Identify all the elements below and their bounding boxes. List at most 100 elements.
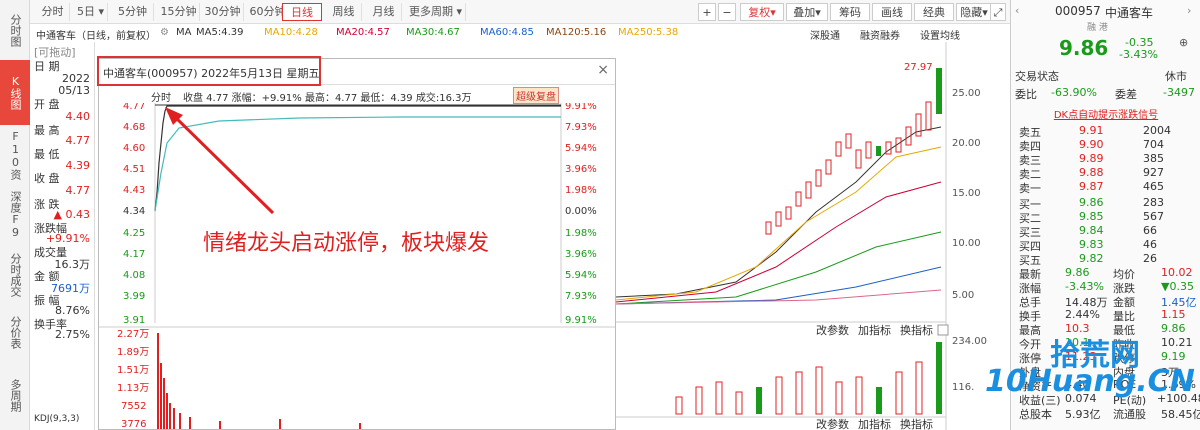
kline-add-indicator-2[interactable]: 加指标 — [858, 417, 891, 430]
nav-depth[interactable]: 深度F9 — [0, 185, 30, 245]
period-30min[interactable]: 30分钟 — [202, 3, 244, 21]
stat-value: ▼0.35 — [1161, 280, 1194, 293]
kline-modify-params-2[interactable]: 改参数 — [816, 417, 849, 430]
hide-label: 隐藏 — [960, 6, 983, 19]
buy-vol: 567 — [1143, 210, 1164, 223]
adjust-button[interactable]: 复权▾ — [740, 3, 784, 21]
sell-price: 9.90 — [1079, 138, 1104, 151]
dropdown-icon: ▾ — [452, 5, 463, 18]
close-icon[interactable] — [937, 324, 949, 336]
sell-label: 卖一 — [1019, 182, 1041, 195]
overlay-button[interactable]: 叠加▾ — [786, 3, 828, 21]
nav-ticks[interactable]: 分时成交 — [0, 245, 30, 305]
buy-vol: 26 — [1143, 252, 1157, 265]
popup-summary-row: 分时 收盘 4.77 涨幅：+9.91% 最高：4.77 最低：4.39 成交:… — [99, 87, 615, 104]
ma10-value: MA10:4.28 — [264, 27, 318, 38]
super-review-button[interactable]: 超级复盘 — [513, 87, 559, 104]
status-value: 休市 — [1165, 70, 1187, 83]
yr-6: 1.98% — [565, 228, 597, 239]
wc-label: 委差 — [1115, 88, 1137, 101]
link-hkconnect[interactable]: 深股通 — [810, 27, 840, 42]
vol-axis-top: 234.00 — [952, 336, 987, 347]
yr-10: 9.91% — [565, 315, 597, 326]
nav-kline[interactable]: K线图 — [0, 60, 30, 125]
kline-switch-indicator[interactable]: 换指标 — [900, 323, 933, 337]
nav-intraday[interactable]: 分时图 — [0, 0, 30, 60]
status-label: 交易状态 — [1015, 70, 1059, 83]
sell-vol: 385 — [1143, 152, 1164, 165]
buy-row: 买五 9.82 26 — [1019, 252, 1200, 267]
popup-summary: 收盘 4.77 涨幅：+9.91% 最高：4.77 最低：4.39 成交:16.… — [183, 93, 472, 104]
va-2: 1.51万 — [117, 365, 149, 376]
stock-tag: 融 港 — [1015, 20, 1197, 34]
zoom-out-button[interactable]: − — [718, 3, 736, 21]
promo-link[interactable]: DK点自动提示涨跌信号 — [1015, 106, 1197, 121]
annotation-text: 情绪龙头启动涨停，板块爆发 — [203, 231, 489, 256]
kline-add-indicator[interactable]: 加指标 — [858, 323, 891, 337]
zoom-in-button[interactable]: + — [698, 3, 716, 21]
stat-value: -3.43% — [1065, 280, 1104, 293]
buy-vol: 66 — [1143, 224, 1157, 237]
watermark-en: 10Huang.CN — [985, 364, 1195, 399]
ma-label: MA — [176, 27, 192, 38]
yl-9: 3.99 — [123, 291, 145, 302]
close-icon[interactable]: × — [597, 62, 609, 78]
next-icon[interactable]: › — [1187, 4, 1191, 17]
indicator-row: 中通客车（日线，前复权） ⚙ MA MA5:4.39 MA10:4.28 MA2… — [30, 24, 1010, 42]
stat-label: 总股本 — [1019, 408, 1052, 421]
classic-button[interactable]: 经典 — [914, 3, 954, 21]
period-weekly[interactable]: 周线 — [326, 3, 362, 21]
stat-value: 10.21 — [1161, 336, 1193, 349]
stat-row: 总股本 5.93亿 流通股 58.45亿 — [1019, 406, 1200, 421]
kline-axis-25: 25.00 — [952, 88, 981, 99]
sell-vol: 465 — [1143, 180, 1164, 193]
period-daily[interactable]: 日线 — [282, 3, 322, 21]
hide-button[interactable]: 隐藏▾ — [956, 3, 992, 21]
buy-price: 9.86 — [1079, 196, 1104, 209]
link-ma-settings[interactable]: 设置均线 — [920, 27, 960, 42]
period-monthly[interactable]: 月线 — [366, 3, 402, 21]
stock-name: 中通客车 — [1105, 6, 1154, 20]
chips-button[interactable]: 筹码 — [830, 3, 870, 21]
avg-price-line — [154, 116, 561, 212]
price-pct: -3.43% — [1119, 48, 1158, 61]
turnover-value: 2.75% — [55, 328, 90, 341]
nav-multi-period[interactable]: 多周期 — [0, 360, 30, 430]
yl-5: 4.34 — [123, 206, 145, 217]
stat-row: 涨幅 -3.43% 涨跌 ▼0.35 — [1019, 280, 1200, 295]
yr-4: 1.98% — [565, 185, 597, 196]
period-5day[interactable]: 5日 ▾ — [74, 3, 108, 21]
link-margin[interactable]: 融资融券 — [860, 27, 900, 42]
yl-1: 4.68 — [123, 122, 145, 133]
kline-switch-indicator-2[interactable]: 换指标 — [900, 417, 933, 430]
popup-tab-intraday[interactable]: 分时 — [151, 89, 171, 104]
stat-value: 10.02 — [1161, 266, 1193, 279]
stat-label: 流通股 — [1113, 408, 1146, 421]
y-right-axis: 9.91% 7.93% 5.94% 3.96% 1.98% 0.00% 1.98… — [565, 103, 597, 326]
kline-modify-params[interactable]: 改参数 — [816, 323, 849, 337]
nav-price-table[interactable]: 分价表 — [0, 305, 30, 360]
period-more[interactable]: 更多周期 ▾ — [406, 3, 466, 21]
draw-button[interactable]: 画线 — [872, 3, 912, 21]
settings-icon[interactable]: ⚙ — [160, 27, 169, 38]
sell-row: 卖三 9.89 385 — [1019, 152, 1200, 167]
period-15min[interactable]: 15分钟 — [158, 3, 200, 21]
wb-value: -63.90% — [1051, 86, 1097, 99]
y-left-axis: 4.77 4.68 4.60 4.51 4.43 4.34 4.25 4.17 … — [123, 103, 145, 326]
period-intraday[interactable]: 分时 — [36, 3, 70, 21]
plus-icon[interactable]: ⊕ — [1179, 36, 1188, 49]
nav-f10[interactable]: F10资料 — [0, 125, 30, 185]
review-popup: 中通客车(000957) 2022年5月13日 星期五 × 分时 收盘 4.77… — [98, 58, 616, 430]
stat-value: 9.86 — [1065, 266, 1090, 279]
expand-icon[interactable]: ⤢ — [990, 3, 1006, 21]
buy-row: 买三 9.84 66 — [1019, 224, 1200, 239]
buy-vol: 283 — [1143, 196, 1164, 209]
app-root: 分时图 K线图 F10资料 深度F9 分时成交 分价表 多周期 分时 5日 ▾ … — [0, 0, 1200, 430]
buy-price: 9.83 — [1079, 238, 1104, 251]
period-5min[interactable]: 5分钟 — [112, 3, 154, 21]
stat-row: 最新 9.86 均价 10.02 — [1019, 266, 1200, 281]
chart-title: 中通客车（日线，前复权） — [36, 31, 156, 42]
yr-8: 5.94% — [565, 270, 597, 281]
yr-9: 7.93% — [565, 291, 597, 302]
prev-icon[interactable]: ‹ — [1015, 4, 1019, 17]
